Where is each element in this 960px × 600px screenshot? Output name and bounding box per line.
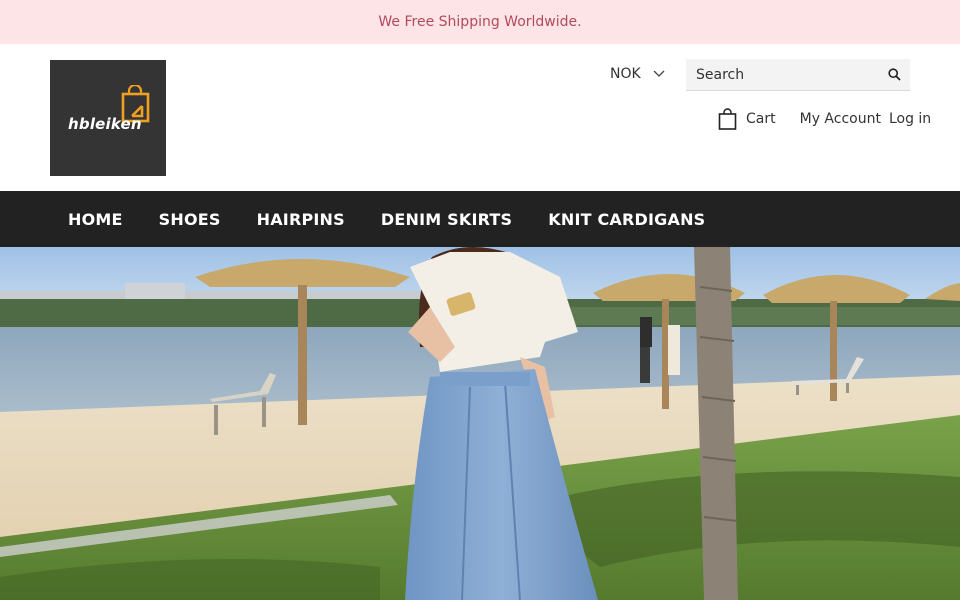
nav-item-shoes[interactable]: SHOES [159, 210, 221, 229]
nav-item-home[interactable]: HOME [68, 210, 123, 229]
shopping-bag-icon [718, 108, 737, 130]
currency-selector[interactable]: NOK [610, 66, 665, 82]
site-header: hbleiken NOK Cart My Account Log in [0, 44, 960, 191]
search-input[interactable] [686, 66, 878, 83]
cart-label: Cart [746, 111, 776, 127]
search-button[interactable] [878, 59, 910, 91]
store-logo[interactable]: hbleiken [50, 60, 166, 176]
search-icon [887, 68, 901, 81]
logo-text: hbleiken [68, 115, 142, 133]
announcement-bar: We Free Shipping Worldwide. [0, 0, 960, 44]
my-account-link[interactable]: My Account [800, 111, 881, 127]
hero-beach-scene [0, 247, 960, 600]
chevron-down-icon [653, 70, 665, 77]
hero-banner-image[interactable] [0, 247, 960, 600]
main-navigation: HOME SHOES HAIRPINS DENIM SKIRTS KNIT CA… [0, 191, 960, 247]
cart-link[interactable]: Cart [718, 108, 776, 130]
nav-item-denim-skirts[interactable]: DENIM SKIRTS [381, 210, 512, 229]
nav-item-knit-cardigans[interactable]: KNIT CARDIGANS [548, 210, 705, 229]
announcement-text: We Free Shipping Worldwide. [378, 14, 582, 30]
account-links: Cart My Account Log in [718, 108, 931, 130]
search-box [686, 59, 910, 91]
currency-value: NOK [610, 66, 641, 82]
nav-item-hairpins[interactable]: HAIRPINS [257, 210, 345, 229]
login-link[interactable]: Log in [889, 111, 931, 127]
